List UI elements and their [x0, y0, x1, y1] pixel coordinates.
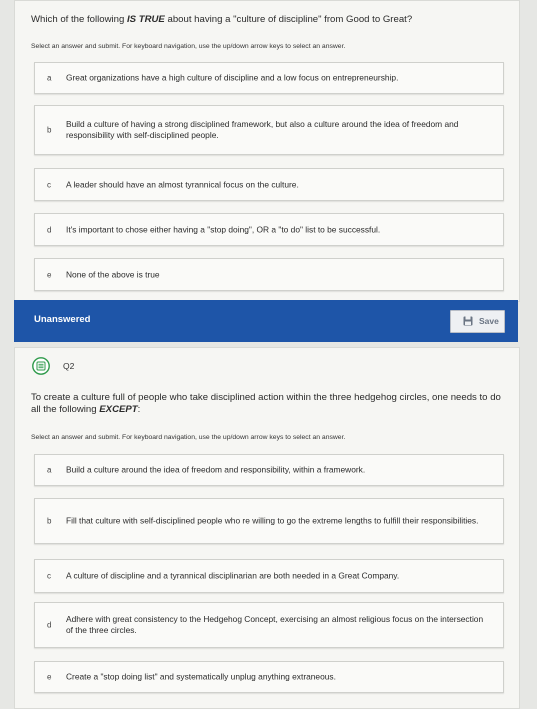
option-text: It's important to chose either having a … — [66, 224, 381, 234]
q1-option-c[interactable]: c A leader should have an almost tyranni… — [34, 168, 504, 201]
q2-option-a[interactable]: a Build a culture around the idea of fre… — [34, 454, 504, 486]
question-number: Q2 — [63, 361, 75, 371]
option-letter: d — [47, 620, 52, 630]
option-letter: c — [47, 180, 51, 189]
question-2-instructions: Select an answer and submit. For keyboar… — [31, 434, 346, 441]
question-list-icon — [32, 357, 50, 375]
q2-option-d[interactable]: d Adhere with great consistency to the H… — [34, 602, 504, 648]
save-button[interactable]: Save — [450, 310, 505, 333]
question-2-emphasis: EXCEPT — [99, 404, 138, 415]
option-letter: e — [47, 270, 52, 279]
option-letter: a — [47, 73, 52, 83]
option-letter: a — [47, 465, 52, 475]
question-1-instructions: Select an answer and submit. For keyboar… — [31, 43, 346, 50]
option-text: Create a "stop doing list" and systemati… — [66, 671, 336, 682]
q2-option-e[interactable]: e Create a "stop doing list" and systema… — [34, 661, 504, 693]
question-2-card: Q2 To create a culture full of people wh… — [14, 347, 520, 709]
q1-option-e[interactable]: e None of the above is true — [34, 258, 504, 291]
option-letter: b — [47, 516, 52, 526]
question-1-emphasis: IS TRUE — [126, 14, 165, 25]
question-1-card: Which of the following IS TRUE about hav… — [14, 0, 520, 302]
answer-status: Unanswered — [34, 314, 91, 325]
option-letter: c — [47, 571, 51, 581]
save-button-label: Save — [479, 316, 499, 326]
option-text: None of the above is true — [66, 269, 160, 279]
option-text: Build a culture of having a strong disci… — [66, 119, 459, 140]
option-text: Build a culture around the idea of freed… — [66, 464, 366, 475]
q1-option-a[interactable]: a Great organizations have a high cultur… — [34, 62, 504, 94]
option-text: A leader should have an almost tyrannica… — [66, 179, 299, 189]
option-text: Adhere with great consistency to the Hed… — [66, 614, 484, 635]
q2-option-b[interactable]: b Fill that culture with self-discipline… — [34, 498, 504, 544]
floppy-disk-icon — [463, 316, 473, 326]
option-letter: b — [47, 125, 52, 135]
question-1-text: Which of the following IS TRUE about hav… — [31, 14, 413, 25]
option-text: A culture of discipline and a tyrannical… — [66, 570, 400, 581]
q2-option-c[interactable]: c A culture of discipline and a tyrannic… — [34, 559, 504, 593]
option-letter: e — [47, 672, 52, 682]
q1-option-d[interactable]: d It's important to chose either having … — [34, 213, 504, 246]
option-text: Fill that culture with self-disciplined … — [66, 515, 479, 526]
option-text: Great organizations have a high culture … — [66, 72, 399, 83]
q1-option-b[interactable]: b Build a culture of having a strong dis… — [34, 105, 504, 155]
option-letter: d — [47, 225, 52, 234]
answer-status-bar: Unanswered Save — [14, 300, 518, 342]
question-2-text: To create a culture full of people who t… — [31, 392, 501, 415]
